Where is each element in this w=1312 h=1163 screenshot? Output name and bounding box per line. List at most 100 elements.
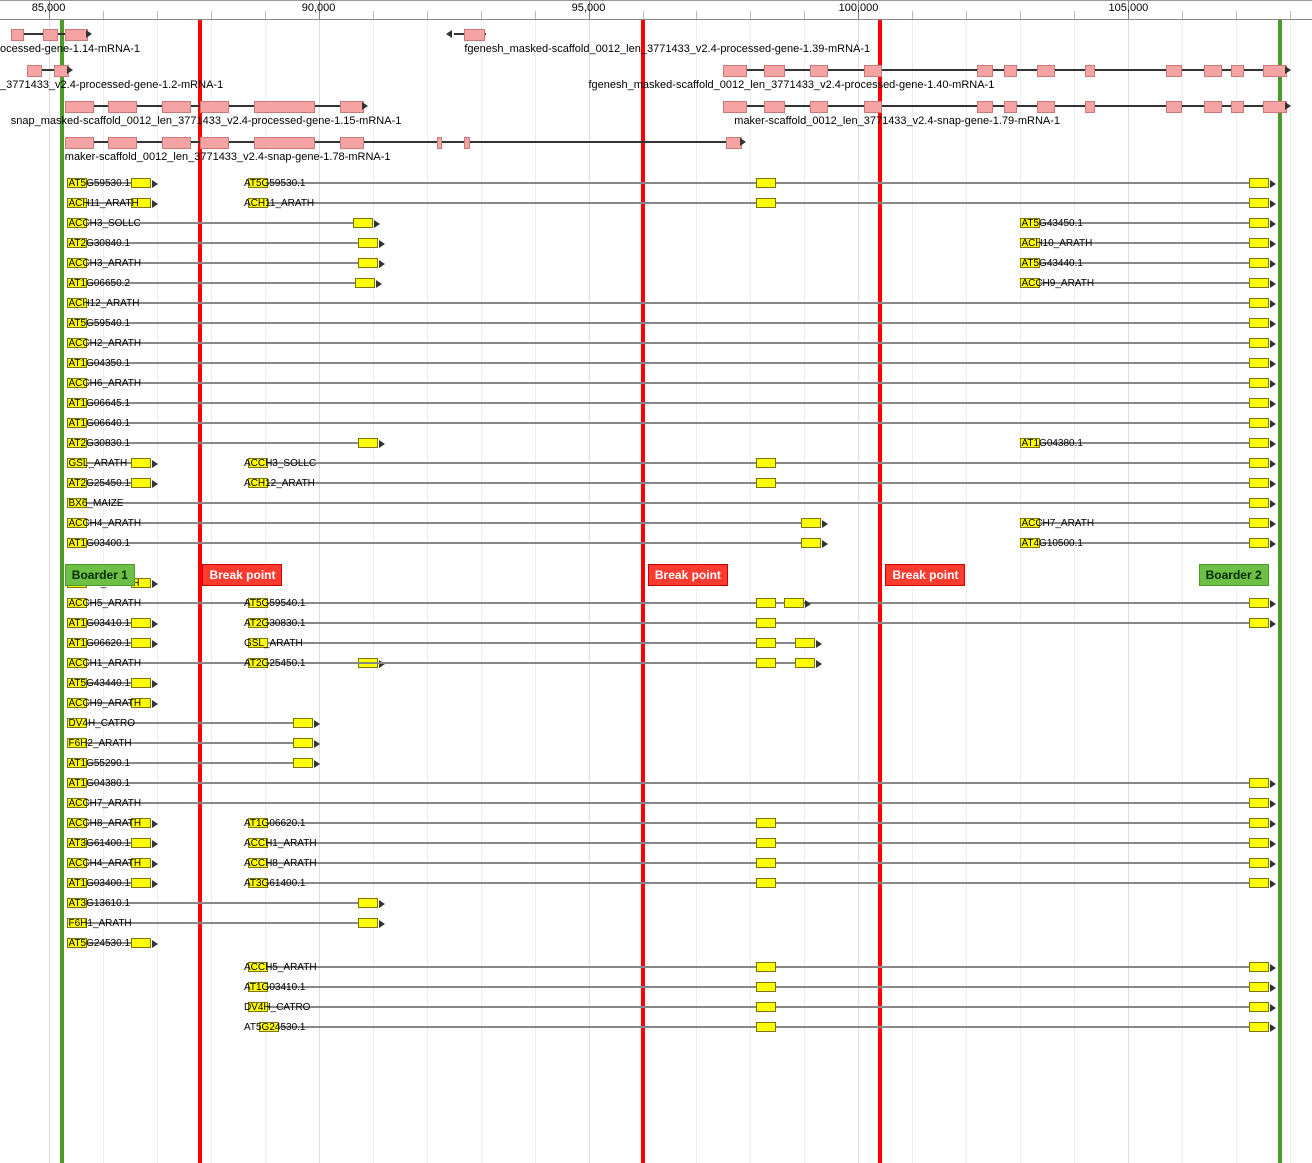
- track-label: ACCH6_ARATH: [67, 378, 142, 389]
- gene-model: maker-scaffold_0012_len_3771433_v2.4-sna…: [0, 95, 1312, 131]
- track-end-marker: [1249, 358, 1269, 368]
- track-label: DV4H_CATRO: [67, 718, 136, 729]
- alignment-track: ACCH7_ARATH: [0, 796, 1312, 816]
- alignment-track: AT1G06620.1: [0, 816, 1312, 836]
- track-end-marker: [358, 918, 378, 928]
- exon: [340, 137, 364, 149]
- track-label: AT1G04380.1: [67, 778, 131, 789]
- alignment-track: ACCH1_ARATH: [0, 836, 1312, 856]
- exon: [162, 137, 191, 149]
- track-label: AT2G30840.1: [67, 238, 131, 249]
- track-end-marker: [358, 898, 378, 908]
- track-label: AT5G43440.1: [67, 678, 131, 689]
- exon: [1085, 101, 1095, 113]
- track-end-marker: [1249, 438, 1269, 448]
- alignment-track: AT5G43440.1: [0, 256, 1312, 276]
- track-end-marker: [1249, 398, 1269, 408]
- track-label: F6H1_ARATH: [67, 918, 132, 929]
- exon: [1037, 65, 1055, 77]
- track-end-marker: [293, 738, 313, 748]
- alignment-track: AT1G03410.1: [0, 980, 1312, 1000]
- track-label: ACH11_ARATH: [243, 198, 315, 209]
- track-label: ACCH9_ARATH: [67, 698, 142, 709]
- exon: [864, 101, 882, 113]
- track-end-marker: [131, 938, 151, 948]
- track-label: GSL_ARATH: [243, 638, 304, 649]
- track-label: DV4H_CATRO: [243, 1002, 312, 1013]
- track-end-marker: [1249, 258, 1269, 268]
- track-end-marker: [795, 638, 815, 648]
- exon: [437, 137, 442, 149]
- coordinate-ruler: 85,00090,00095,000100,000105,000: [0, 1, 1312, 20]
- alignment-track: AT5G59530.1: [0, 176, 1312, 196]
- highlight-label: Break point: [202, 564, 282, 586]
- exon: [65, 137, 94, 149]
- exon: [1204, 101, 1222, 113]
- alignment-track: AT1G04380.1: [0, 436, 1312, 456]
- track-label: AT5G59530.1: [67, 178, 131, 189]
- alignment-track: ACH12_ARATH: [0, 296, 1312, 316]
- track-label: GSL_ARATH: [67, 458, 128, 469]
- track-label: ACH11_ARATH: [67, 198, 139, 209]
- alignment-track: AT5G43440.1: [0, 676, 1312, 696]
- alignment-track: ACCH2_ARATH: [0, 336, 1312, 356]
- track-label: AT5G59540.1: [243, 598, 307, 609]
- exon: [1166, 101, 1181, 113]
- alignment-track: BX6_MAIZE: [0, 496, 1312, 516]
- alignment-track: AT2G25450.1: [0, 656, 1312, 676]
- track-label: ACCH7_ARATH: [67, 798, 142, 809]
- track-label: AT1G06650.2: [67, 278, 131, 289]
- exon: [1004, 65, 1017, 77]
- highlight-label: Boarder 2: [1199, 564, 1269, 586]
- track-label: F6H2_ARATH: [67, 738, 132, 749]
- track-end-marker: [1249, 798, 1269, 808]
- alignment-track: AT3G61400.1: [0, 876, 1312, 896]
- alignment-track: AT5G24530.1: [0, 936, 1312, 956]
- alignment-track: AT5G59540.1: [0, 596, 1312, 616]
- track-label: AT1G55290.1: [67, 758, 131, 769]
- track-end-marker: [1249, 298, 1269, 308]
- track-end-marker: [1249, 618, 1269, 628]
- track-end-marker: [293, 758, 313, 768]
- alignment-track: AT5G43450.1: [0, 216, 1312, 236]
- track-label: ACCH1_ARATH: [67, 658, 142, 669]
- exon: [764, 101, 785, 113]
- track-end-marker: [1249, 458, 1269, 468]
- track-end-marker: [784, 598, 804, 608]
- track-end-marker: [1249, 778, 1269, 788]
- track-label: AT3G61400.1: [67, 838, 131, 849]
- track-label: ACCH8_ARATH: [67, 818, 142, 829]
- track-label: AT1G04350.1: [67, 358, 131, 369]
- gene-label: fgenesh_masked-scaffold_0012_len_3771433…: [589, 79, 995, 91]
- alignment-track: AT4G10500.1: [0, 536, 1312, 556]
- alignment-track: GSL_ARATH: [0, 636, 1312, 656]
- track-label: ACCH5_ARATH: [67, 598, 142, 609]
- track-label: AT5G24530.1: [67, 938, 131, 949]
- track-label: ACCH9_ARATH: [1020, 278, 1095, 289]
- track-label: ACCH3_SOLLC: [243, 458, 317, 469]
- track-label: ACCH7_ARATH: [1020, 518, 1095, 529]
- track-end-marker: [1249, 982, 1269, 992]
- exon: [200, 137, 229, 149]
- ruler-label: 105,000: [1109, 2, 1149, 14]
- alignment-track: ACCH7_ARATH: [0, 516, 1312, 536]
- alignment-track: AT5G24530.1: [0, 1020, 1312, 1040]
- track-end-marker: [1249, 238, 1269, 248]
- track-label: AT1G03400.1: [67, 538, 131, 549]
- gene-model: fgenesh_masked-scaffold_0012_len_3771433…: [0, 23, 1312, 59]
- track-end-marker: [1249, 858, 1269, 868]
- track-label: AT5G59530.1: [243, 178, 307, 189]
- genome-browser[interactable]: 85,00090,00095,000100,000105,000 ocessed…: [0, 0, 1312, 1163]
- alignment-track: ACCH6_ARATH: [0, 376, 1312, 396]
- exon: [810, 101, 828, 113]
- ruler-label: 95,000: [572, 2, 606, 14]
- track-end-marker: [1249, 538, 1269, 548]
- gene-model: fgenesh_masked-scaffold_0012_len_3771433…: [0, 59, 1312, 95]
- track-end-marker: [1249, 498, 1269, 508]
- exon: [810, 65, 828, 77]
- track-end-marker: [1249, 418, 1269, 428]
- ruler-label: 85,000: [32, 2, 66, 14]
- exon: [1231, 65, 1244, 77]
- track-end-marker: [1249, 1022, 1269, 1032]
- alignment-track: ACH12_ARATH: [0, 476, 1312, 496]
